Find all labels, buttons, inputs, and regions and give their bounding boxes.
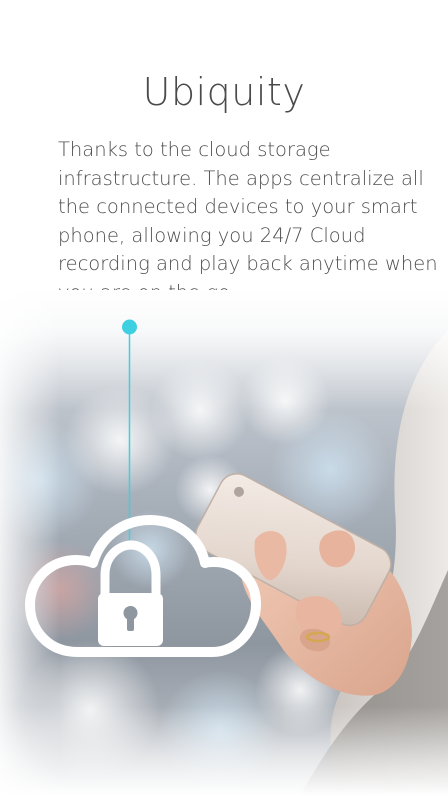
connector-graphic [25, 319, 261, 657]
dot-icon [122, 319, 137, 335]
onboarding-screen: Ubiquity Thanks to the cloud storage inf… [0, 0, 448, 796]
cloud-lock-icon [25, 515, 261, 657]
